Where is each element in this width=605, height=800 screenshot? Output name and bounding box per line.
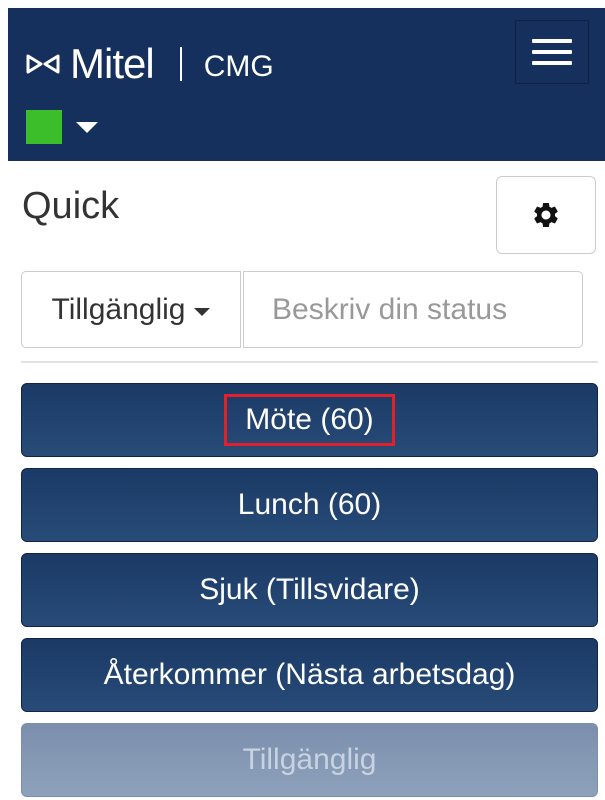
quick-status-button-label: Sjuk (Tillsvidare) <box>199 573 420 606</box>
hamburger-menu-icon <box>532 50 572 54</box>
hamburger-menu-button[interactable] <box>515 20 589 84</box>
quick-status-button: Tillgänglig <box>21 723 598 797</box>
status-select-dropdown[interactable]: Tillgänglig <box>21 271 241 348</box>
settings-button[interactable] <box>496 176 596 254</box>
divider <box>21 361 598 363</box>
quick-status-button-label: Lunch (60) <box>237 488 382 521</box>
quick-status-button[interactable]: Möte (60) <box>21 383 598 457</box>
page: Mitel CMG Quick Tillgänglig Möte (60) Lun… <box>0 0 605 800</box>
status-description-input[interactable] <box>243 271 583 348</box>
caret-down-icon <box>194 307 211 316</box>
quick-status-button-label: Tillgänglig <box>242 743 377 776</box>
hamburger-menu-icon <box>532 39 572 43</box>
hamburger-menu-icon <box>532 61 572 65</box>
presence-status-dropdown[interactable] <box>26 110 98 144</box>
brand[interactable]: Mitel CMG <box>26 38 274 90</box>
status-select-value: Tillgänglig <box>51 292 186 326</box>
quick-status-button[interactable]: Lunch (60) <box>21 468 598 542</box>
gear-icon <box>534 202 558 227</box>
quick-status-button[interactable]: Återkommer (Nästa arbetsdag) <box>21 638 598 712</box>
caret-down-icon <box>76 121 98 133</box>
app-name: CMG <box>203 50 274 83</box>
presence-status-indicator <box>26 110 62 144</box>
quick-status-button-label: Återkommer (Nästa arbetsdag) <box>103 658 516 691</box>
quick-status-button-label: Möte (60) <box>224 394 395 446</box>
section-title: Quick <box>22 185 120 227</box>
quick-status-list: Möte (60) Lunch (60) Sjuk (Tillsvidare) Åte… <box>21 383 598 800</box>
status-row: Tillgänglig <box>21 271 583 348</box>
brand-name: Mitel <box>70 40 155 87</box>
quick-status-button[interactable]: Sjuk (Tillsvidare) <box>21 553 598 627</box>
top-navbar: Mitel CMG <box>8 8 605 161</box>
brand-separator <box>179 47 182 81</box>
mitel-logo-icon <box>26 54 60 74</box>
